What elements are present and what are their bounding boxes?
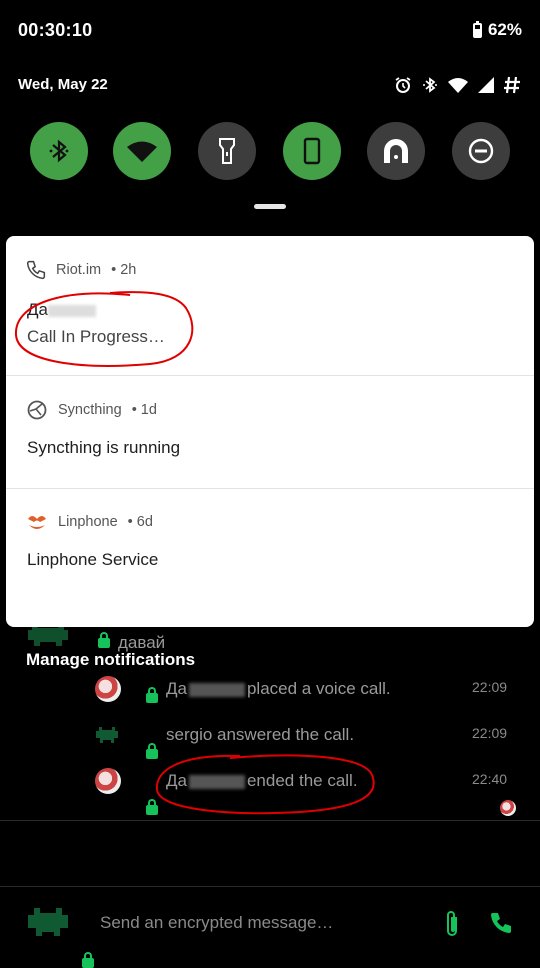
encrypted-lock-icon bbox=[146, 687, 158, 703]
wifi-icon bbox=[127, 141, 157, 162]
redacted-name bbox=[47, 304, 96, 317]
chat-message: Да placed a voice call. bbox=[166, 679, 391, 699]
encrypted-lock-icon bbox=[98, 632, 110, 648]
chat-message: sergio answered the call. bbox=[166, 725, 355, 744]
message-text: placed a voice call. bbox=[246, 679, 391, 698]
caller-name: Да bbox=[27, 300, 48, 319]
divider bbox=[0, 820, 540, 821]
message-composer-input[interactable]: Send an encrypted message… bbox=[100, 913, 333, 933]
notification-header: Syncthing • 1d bbox=[26, 399, 157, 421]
divider bbox=[0, 886, 540, 887]
drag-handle[interactable] bbox=[254, 204, 286, 209]
phone-icon bbox=[26, 260, 46, 280]
do-not-disturb-icon bbox=[468, 138, 494, 164]
status-clock: 00:30:10 bbox=[18, 20, 93, 40]
signal-icon bbox=[478, 77, 494, 93]
encrypted-lock-icon bbox=[146, 799, 158, 815]
sender-name: Да bbox=[166, 771, 187, 790]
manage-notifications-button[interactable]: Manage notifications bbox=[26, 650, 195, 670]
wifi-tile[interactable] bbox=[113, 122, 171, 180]
space-invader-avatar[interactable] bbox=[96, 727, 118, 743]
redacted-name bbox=[188, 682, 245, 697]
app-name: Syncthing bbox=[58, 402, 122, 418]
notification-text: Linphone Service bbox=[27, 550, 159, 569]
wifi-icon bbox=[448, 78, 468, 93]
notification-age: • 2h bbox=[111, 262, 137, 278]
voice-call-icon[interactable] bbox=[489, 911, 513, 935]
notification-title: Да bbox=[27, 300, 96, 320]
notification-age: • 1d bbox=[131, 402, 157, 418]
phone-portrait-icon bbox=[303, 137, 321, 165]
bluetooth-icon bbox=[49, 139, 69, 163]
notification-header: Linphone • 6d bbox=[26, 511, 153, 533]
space-invader-avatar bbox=[28, 624, 68, 646]
space-invader-avatar[interactable] bbox=[28, 908, 68, 936]
message-time: 22:09 bbox=[472, 725, 508, 741]
avatar[interactable] bbox=[95, 676, 121, 702]
bluetooth-tile[interactable] bbox=[30, 122, 88, 180]
message-time: 22:09 bbox=[472, 679, 508, 695]
auto-rotate-tile[interactable] bbox=[283, 122, 341, 180]
notification-header: Riot.im • 2h bbox=[26, 260, 136, 280]
battery-percent: 62% bbox=[487, 20, 522, 39]
sender-name: Да bbox=[166, 679, 187, 698]
alarm-icon bbox=[395, 77, 411, 93]
attachment-icon[interactable] bbox=[443, 909, 461, 939]
bluetooth-icon bbox=[423, 77, 437, 93]
flashlight-tile[interactable] bbox=[198, 122, 256, 180]
hash-icon bbox=[504, 76, 520, 94]
encrypted-lock-icon bbox=[146, 743, 158, 759]
notification-riot[interactable]: Riot.im • 2h Да Call In Progress… bbox=[6, 236, 534, 375]
notification-syncthing[interactable]: Syncthing • 1d Syncthing is running bbox=[6, 376, 534, 488]
notification-text: Call In Progress… bbox=[27, 327, 165, 346]
notification-panel: Riot.im • 2h Да Call In Progress… Syncth… bbox=[6, 236, 534, 627]
linphone-icon bbox=[28, 516, 46, 529]
app-name: Riot.im bbox=[56, 262, 102, 278]
date-label[interactable]: Wed, May 22 bbox=[18, 76, 108, 93]
avatar[interactable] bbox=[95, 768, 121, 794]
notification-age: • 6d bbox=[127, 514, 153, 530]
syncthing-icon bbox=[27, 400, 47, 420]
read-receipt-avatar bbox=[500, 800, 516, 816]
battery-icon bbox=[472, 20, 482, 38]
app-name: Linphone bbox=[58, 514, 118, 530]
battery-indicator: 62% bbox=[472, 20, 522, 40]
cast-tile[interactable] bbox=[367, 122, 425, 180]
do-not-disturb-tile[interactable] bbox=[452, 122, 510, 180]
message-time: 22:40 bbox=[472, 771, 508, 787]
flashlight-icon bbox=[219, 138, 235, 164]
cast-icon bbox=[384, 139, 408, 163]
status-icons bbox=[394, 76, 520, 94]
message-text: ended the call. bbox=[246, 771, 358, 790]
chat-message: Да ended the call. bbox=[166, 771, 358, 791]
notification-linphone[interactable]: Linphone • 6d Linphone Service bbox=[6, 489, 534, 627]
redacted-name bbox=[188, 774, 245, 789]
notification-text: Syncthing is running bbox=[27, 438, 181, 457]
